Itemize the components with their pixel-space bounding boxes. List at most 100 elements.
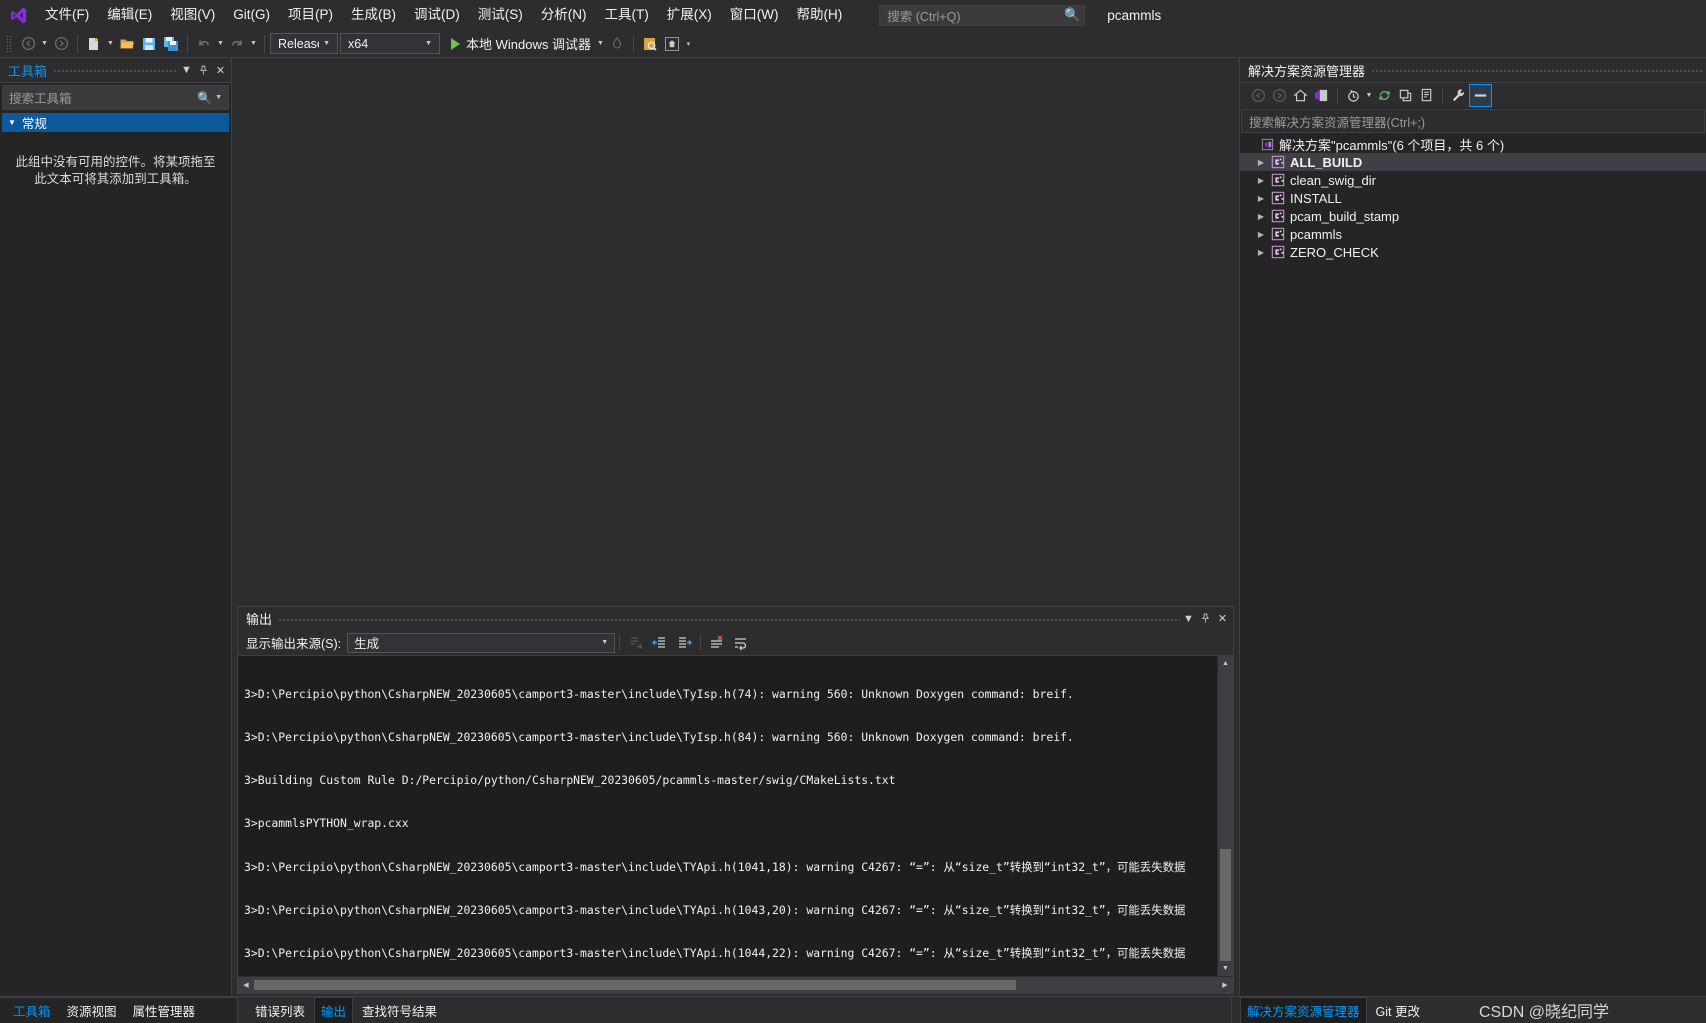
output-drag-area[interactable] (278, 606, 1180, 631)
output-vertical-scrollbar[interactable]: ▲ ▼ (1217, 656, 1233, 976)
menu-project[interactable]: 项目(P) (279, 2, 342, 28)
new-project-dropdown-icon[interactable]: ▼ (105, 33, 116, 55)
collapse-all-icon[interactable] (1395, 85, 1416, 106)
output-horizontal-scrollbar[interactable]: ◀ ▶ (238, 976, 1233, 993)
navigate-forward-icon[interactable] (1269, 85, 1290, 106)
solution-platform-combo[interactable]: x64 ▼ (340, 33, 440, 54)
filter-dropdown-icon[interactable]: ▼ (1364, 85, 1374, 106)
horizontal-scroll-track[interactable] (254, 977, 1217, 993)
solution-configuration-value: Release (278, 36, 319, 51)
toolbox-menu-icon[interactable]: ▼ (178, 60, 195, 80)
menu-file[interactable]: 文件(F) (36, 2, 98, 28)
menu-test[interactable]: 测试(S) (469, 2, 532, 28)
preview-selected-items-icon[interactable] (639, 33, 661, 55)
vertical-scroll-thumb[interactable] (1220, 849, 1231, 961)
navigate-backward-dropdown-icon[interactable]: ▼ (39, 33, 50, 55)
navigate-forward-icon[interactable] (50, 33, 72, 55)
menu-edit[interactable]: 编辑(E) (98, 2, 161, 28)
output-source-combo[interactable]: 生成 ▼ (347, 632, 616, 653)
hot-reload-icon[interactable] (606, 33, 628, 55)
vertical-scroll-track[interactable] (1218, 671, 1233, 961)
navigate-backward-icon[interactable] (1248, 85, 1269, 106)
pin-icon[interactable] (1197, 609, 1214, 629)
start-debugging-button[interactable]: 本地 Windows 调试器 ▼ (447, 33, 606, 55)
tab-git-changes[interactable]: Git 更改 (1369, 998, 1427, 1023)
tab-property-manager[interactable]: 属性管理器 (126, 998, 203, 1023)
expander-icon[interactable]: ▶ (1254, 171, 1268, 189)
expander-icon[interactable]: ▶ (1254, 243, 1268, 261)
clear-all-icon[interactable] (705, 632, 729, 654)
global-search-input[interactable]: 搜索 (Ctrl+Q) 🔍 (879, 4, 1086, 26)
close-icon[interactable]: ✕ (1214, 609, 1231, 629)
tree-item-install[interactable]: ▶ INSTALL (1240, 189, 1706, 207)
solution-home-icon[interactable] (661, 33, 683, 55)
pin-icon[interactable] (195, 60, 212, 80)
tab-toolbox[interactable]: 工具箱 (6, 998, 58, 1023)
tree-item-all-build[interactable]: ▶ ALL_BUILD (1240, 153, 1706, 171)
tab-resource-view[interactable]: 资源视图 (60, 998, 124, 1023)
undo-dropdown-icon[interactable]: ▼ (215, 33, 226, 55)
toggle-word-wrap-icon[interactable] (729, 632, 753, 654)
expander-icon[interactable]: ▶ (1254, 153, 1268, 171)
menu-help[interactable]: 帮助(H) (787, 2, 851, 28)
save-all-icon[interactable] (160, 33, 182, 55)
previous-message-icon[interactable] (648, 632, 672, 654)
pending-changes-filter-icon[interactable] (1343, 85, 1364, 106)
properties-wrench-icon[interactable] (1448, 85, 1469, 106)
properties-window-icon[interactable] (1469, 84, 1492, 107)
toolbar-overflow-icon[interactable]: ▾ (683, 33, 694, 55)
next-message-icon[interactable] (672, 632, 696, 654)
new-project-icon[interactable] (83, 33, 105, 55)
open-file-icon[interactable] (116, 33, 138, 55)
menu-tools[interactable]: 工具(T) (596, 2, 658, 28)
menu-analyze[interactable]: 分析(N) (532, 2, 596, 28)
go-to-message-icon[interactable] (624, 632, 648, 654)
toolbar-grip[interactable] (6, 34, 12, 53)
menu-extensions[interactable]: 扩展(X) (658, 2, 721, 28)
undo-icon[interactable] (193, 33, 215, 55)
tab-solution-explorer[interactable]: 解决方案资源管理器 (1240, 997, 1367, 1023)
horizontal-scroll-thumb[interactable] (254, 980, 1016, 990)
menu-git[interactable]: Git(G) (224, 2, 279, 28)
solution-explorer-search-input[interactable]: 搜索解决方案资源管理器(Ctrl+;) (1241, 109, 1705, 133)
toolbox-drag-area[interactable] (53, 58, 178, 82)
tree-item-pcammls[interactable]: ▶ pcammls (1240, 225, 1706, 243)
tab-error-list[interactable]: 错误列表 (248, 998, 312, 1023)
expander-icon[interactable]: ▶ (1254, 207, 1268, 225)
menu-window[interactable]: 窗口(W) (721, 2, 788, 28)
start-debugging-dropdown-icon[interactable]: ▼ (591, 40, 604, 47)
close-icon[interactable]: ✕ (212, 60, 229, 80)
scroll-right-icon[interactable]: ▶ (1217, 977, 1233, 993)
tab-find-symbol-results[interactable]: 查找符号结果 (355, 998, 444, 1023)
redo-icon[interactable] (226, 33, 248, 55)
toolbox-group-general[interactable]: ▼ 常规 (2, 113, 229, 132)
tree-item-label: ZERO_CHECK (1290, 244, 1379, 260)
tree-item-pcam-build-stamp[interactable]: ▶ pcam_build_stamp (1240, 207, 1706, 225)
scroll-down-icon[interactable]: ▼ (1218, 961, 1233, 976)
expander-icon[interactable]: ▶ (1254, 189, 1268, 207)
chevron-down-icon[interactable]: ▼ (212, 94, 225, 101)
menu-debug[interactable]: 调试(D) (405, 2, 469, 28)
toolbox-search-input[interactable]: 搜索工具箱 🔍 ▼ (2, 85, 229, 110)
home-icon[interactable] (1290, 85, 1311, 106)
output-menu-icon[interactable]: ▼ (1180, 609, 1197, 629)
tree-item-clean-swig-dir[interactable]: ▶ clean_swig_dir (1240, 171, 1706, 189)
navigate-backward-icon[interactable] (17, 33, 39, 55)
redo-dropdown-icon[interactable]: ▼ (248, 33, 259, 55)
solution-configuration-combo[interactable]: Release ▼ (270, 33, 338, 54)
solution-view-icon[interactable] (1311, 85, 1332, 106)
scroll-up-icon[interactable]: ▲ (1218, 656, 1233, 671)
refresh-icon[interactable] (1374, 85, 1395, 106)
save-icon[interactable] (138, 33, 160, 55)
tree-item-zero-check[interactable]: ▶ ZERO_CHECK (1240, 243, 1706, 261)
tab-output[interactable]: 输出 (314, 997, 354, 1023)
expander-icon[interactable]: ▶ (1254, 225, 1268, 243)
output-line: 3>D:\Percipio\python\CsharpNEW_20230605\… (244, 730, 1074, 745)
solution-explorer-drag-area[interactable] (1371, 58, 1704, 82)
show-all-files-icon[interactable] (1416, 85, 1437, 106)
scroll-left-icon[interactable]: ◀ (238, 977, 254, 993)
menu-build[interactable]: 生成(B) (342, 2, 405, 28)
menu-view[interactable]: 视图(V) (161, 2, 224, 28)
solution-root-node[interactable]: 解决方案"pcammls"(6 个项目，共 6 个) (1240, 135, 1706, 153)
output-text[interactable]: 3>D:\Percipio\python\CsharpNEW_20230605\… (238, 656, 1217, 976)
